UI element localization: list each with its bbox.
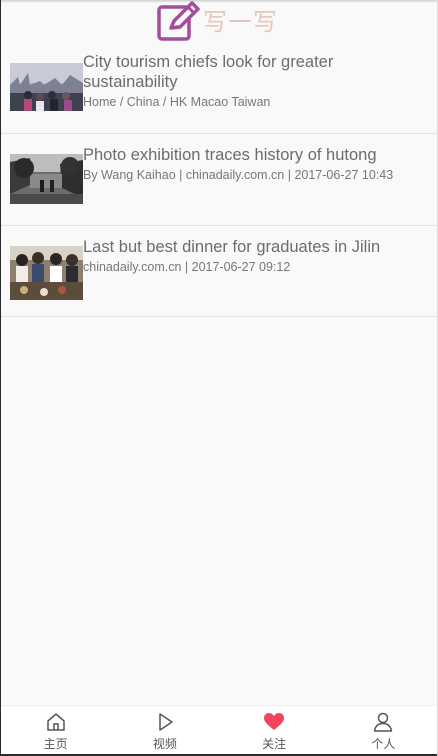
news-item[interactable]: Last but best dinner for graduates in Ji… <box>1 226 438 317</box>
edit-pen-icon[interactable] <box>156 0 202 44</box>
nav-item-profile[interactable]: 个人 <box>329 706 438 756</box>
news-item[interactable]: Photo exhibition traces history of huton… <box>1 134 438 226</box>
heart-icon[interactable] <box>263 711 285 733</box>
nav-item-follow[interactable]: 关注 <box>220 706 329 756</box>
nav-label-video[interactable]: 视频 <box>110 737 219 751</box>
news-list: City tourism chiefs look for greater sus… <box>1 44 438 317</box>
news-item[interactable]: City tourism chiefs look for greater sus… <box>1 44 438 134</box>
nav-label-profile[interactable]: 个人 <box>329 737 438 751</box>
home-icon[interactable] <box>45 711 67 733</box>
play-icon[interactable] <box>154 711 176 733</box>
person-icon[interactable] <box>372 711 394 733</box>
write-logo-text[interactable]: 写一写 <box>203 8 278 36</box>
news-meta: Home / China / HK Macao Taiwan <box>83 95 271 109</box>
bottom-nav: 主页 视频 关注 个人 <box>1 705 438 756</box>
news-title[interactable]: Photo exhibition traces history of huton… <box>83 146 430 166</box>
nav-item-home[interactable]: 主页 <box>1 706 110 756</box>
news-thumbnail[interactable] <box>10 63 83 111</box>
header: 写一写 <box>1 0 438 44</box>
news-title[interactable]: Last but best dinner for graduates in Ji… <box>83 238 430 258</box>
news-title[interactable]: City tourism chiefs look for greater sus… <box>83 53 430 92</box>
news-thumbnail[interactable] <box>10 246 83 300</box>
nav-label-follow[interactable]: 关注 <box>220 737 329 751</box>
news-meta: chinadaily.com.cn | 2017-06-27 09:12 <box>83 260 291 274</box>
nav-label-home[interactable]: 主页 <box>1 737 110 751</box>
news-meta: By Wang Kaihao | chinadaily.com.cn | 201… <box>83 168 394 182</box>
news-thumbnail[interactable] <box>10 154 83 204</box>
nav-item-video[interactable]: 视频 <box>110 706 219 756</box>
